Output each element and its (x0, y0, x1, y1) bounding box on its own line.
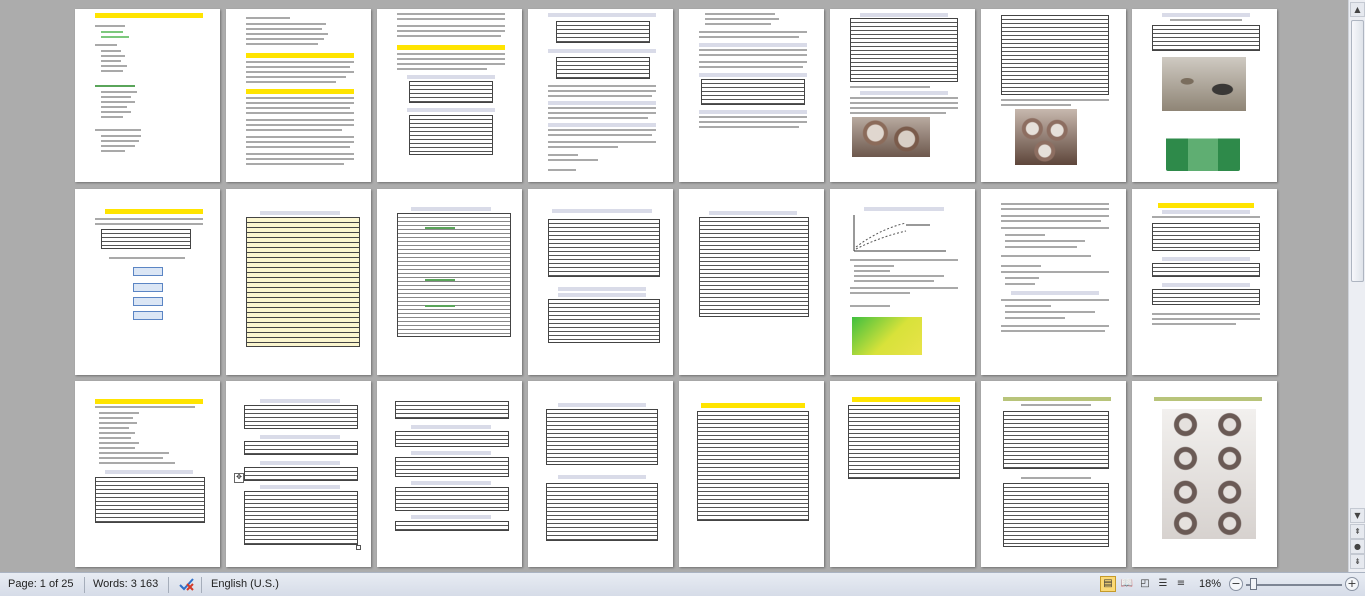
page-thumbnail[interactable] (981, 189, 1126, 375)
zoom-in-button[interactable]: + (1345, 577, 1359, 591)
page-thumbnail[interactable] (377, 189, 522, 375)
gradient-diagram (852, 317, 922, 355)
page-thumbnail[interactable] (75, 9, 220, 182)
move-handle-icon[interactable]: ✥ (234, 473, 244, 483)
page-thumbnail[interactable] (1132, 9, 1277, 182)
page-thumbnail[interactable]: ✥ (226, 381, 371, 567)
scrollbar-thumb[interactable] (1351, 20, 1364, 282)
page-thumbnail[interactable] (1132, 381, 1277, 567)
ornamental-bowls-photo (1162, 409, 1256, 539)
page-thumbnail[interactable] (830, 9, 975, 182)
outline-view-button[interactable]: ☰ (1155, 576, 1171, 592)
language-indicator[interactable]: English (U.S.) (211, 578, 279, 590)
page-thumbnail[interactable] (377, 381, 522, 567)
page-thumbnail[interactable] (528, 9, 673, 182)
page-thumbnail[interactable] (830, 381, 975, 567)
page-indicator[interactable]: Page: 1 of 25 (8, 578, 73, 590)
draft-view-button[interactable]: ≡ (1173, 576, 1189, 592)
outline-icon: ☰ (1158, 578, 1168, 589)
page-thumbnail[interactable] (679, 189, 824, 375)
scroll-down-arrow-icon[interactable]: ▼ (1350, 508, 1365, 523)
proofing-errors-icon[interactable] (178, 576, 196, 592)
resize-handle-icon[interactable] (356, 545, 361, 550)
select-browse-object-icon[interactable]: ● (1350, 539, 1365, 554)
full-screen-reading-view-button[interactable]: 📖 (1119, 576, 1135, 592)
page-thumbnail[interactable] (75, 381, 220, 567)
page-thumbnail[interactable] (679, 9, 824, 182)
zoom-slider-thumb[interactable] (1250, 578, 1257, 590)
page-thumbnail[interactable] (226, 189, 371, 375)
print-layout-icon: ▤ (1103, 578, 1113, 589)
scroll-up-arrow-icon[interactable]: ▲ (1350, 2, 1365, 17)
lathe-machine-photo (1166, 121, 1240, 171)
page-thumbnail[interactable] (1132, 189, 1277, 375)
vertical-scrollbar[interactable]: ▲ ▼ ⇞ ● ⇟ (1348, 0, 1365, 572)
page-thumbnail[interactable] (75, 189, 220, 375)
page-thumbnail[interactable] (528, 381, 673, 567)
page-thumbnail[interactable] (981, 9, 1126, 182)
previous-page-icon[interactable]: ⇞ (1350, 524, 1365, 539)
print-layout-view-button[interactable]: ▤ (1100, 576, 1116, 592)
open-book-icon: 📖 (1120, 578, 1134, 589)
status-bar: Page: 1 of 25 Words: 3 163 English (U.S.… (0, 572, 1365, 596)
zoom-slider-track[interactable] (1246, 584, 1342, 586)
page-thumbnail[interactable] (226, 9, 371, 182)
page-thumbnail[interactable] (679, 381, 824, 567)
zoom-level[interactable]: 18% (1199, 578, 1221, 590)
web-layout-view-button[interactable]: ◰ (1137, 576, 1153, 592)
web-layout-icon: ◰ (1140, 578, 1150, 589)
metal-parts-photo (852, 117, 930, 157)
metal-rings-photo (1015, 109, 1077, 165)
line-diagram (853, 215, 946, 252)
page-thumbnail[interactable] (377, 9, 522, 182)
tools-photo (1162, 57, 1246, 111)
zoom-out-button[interactable]: − (1229, 577, 1243, 591)
next-page-icon[interactable]: ⇟ (1350, 554, 1365, 569)
page-thumbnail[interactable] (830, 189, 975, 375)
document-canvas[interactable]: ✥ (0, 0, 1348, 572)
page-thumbnail[interactable] (528, 189, 673, 375)
word-count[interactable]: Words: 3 163 (93, 578, 158, 590)
draft-icon: ≡ (1176, 578, 1186, 589)
page-thumbnail[interactable] (981, 381, 1126, 567)
